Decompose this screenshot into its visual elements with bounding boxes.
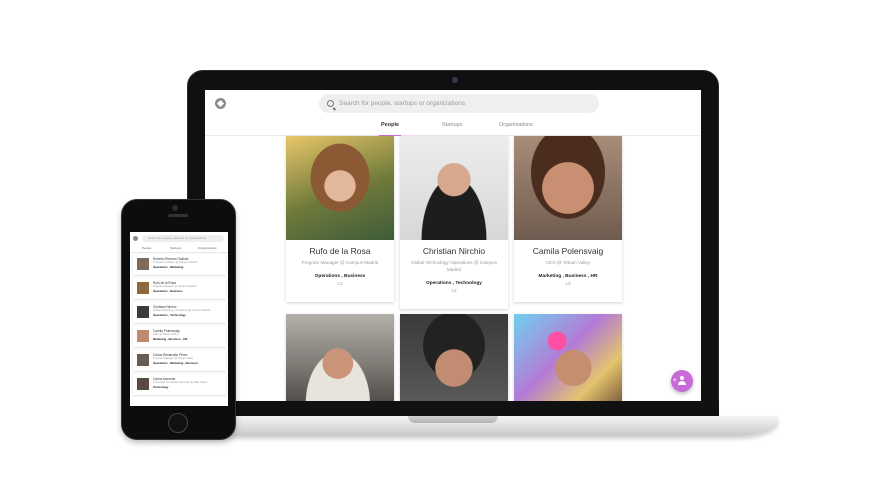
tab-people[interactable]: People xyxy=(378,122,402,136)
list-item-role: Cofounder, Developer Advocate @ Daily Fa… xyxy=(153,381,208,384)
laptop-notch xyxy=(408,416,498,423)
list-item-tags: Operations , Marketing , Business xyxy=(153,361,199,365)
list-item-tags: Operations , Technology xyxy=(153,313,186,317)
app-logo-icon[interactable] xyxy=(215,98,226,109)
avatar xyxy=(137,330,149,342)
list-item[interactable]: Christian Nirchio Global Technology Oper… xyxy=(133,302,226,323)
list-item-role: CEO @ Tetuan Valley xyxy=(153,333,179,336)
person-photo xyxy=(400,136,508,240)
person-name: Camila Polensvaig xyxy=(532,246,604,256)
list-item-tags: Operations , Marketing xyxy=(153,265,184,269)
person-role: Program Manager @ Campus Madrid xyxy=(301,260,379,265)
tab-bar: People Startups Organizations xyxy=(205,118,701,136)
person-card[interactable]: Rufo de la Rosa Program Manager @ Campus… xyxy=(286,136,394,302)
device-mockup-scene: People Startups Organizations Rufo de la… xyxy=(0,0,889,500)
person-photo xyxy=(400,314,508,401)
tab-organizations[interactable]: Organizations xyxy=(499,122,533,128)
person-card[interactable] xyxy=(514,314,622,401)
list-item[interactable]: Carlos Recalcaño Pérez Program Manager @… xyxy=(133,350,226,371)
person-role: CEO @ Tetuan Valley xyxy=(545,260,591,265)
list-item[interactable]: Roberto Romero Galindo Program Facilitat… xyxy=(133,254,226,275)
mobile-tab-people[interactable]: People xyxy=(142,246,151,250)
add-person-button[interactable]: + xyxy=(671,370,693,392)
list-item-role: Global Technology Operations @ Campus Ma… xyxy=(153,309,211,312)
avatar xyxy=(137,378,149,390)
person-photo xyxy=(514,136,622,240)
list-item-tags: Marketing , Business , HR xyxy=(153,337,188,341)
avatar xyxy=(137,258,149,270)
person-level: L3 xyxy=(451,288,457,293)
avatar xyxy=(137,306,149,318)
list-item-role: Program Manager @ Tetuan Valley xyxy=(153,357,194,360)
list-item-role: Program Facilitator @ Campus Madrid xyxy=(153,261,198,264)
person-tags: Operations , Business xyxy=(314,274,366,279)
mobile-tab-bar: People Startups Organizations xyxy=(130,244,228,253)
list-item[interactable]: Rufo de la Rosa Program Manager @ Campus… xyxy=(133,278,226,299)
phone-home-button[interactable] xyxy=(168,413,188,433)
person-card[interactable] xyxy=(400,314,508,401)
laptop-screen: People Startups Organizations Rufo de la… xyxy=(205,90,701,401)
mobile-logo-icon[interactable] xyxy=(133,236,138,241)
mobile-tab-organizations[interactable]: Organizations xyxy=(198,246,217,250)
person-level: L3 xyxy=(565,281,571,286)
person-card[interactable]: Camila Polensvaig CEO @ Tetuan Valley Ma… xyxy=(514,136,622,302)
person-name: Christian Nirchio xyxy=(422,246,486,256)
person-tags: Marketing , Business , HR xyxy=(538,274,598,279)
avatar xyxy=(137,354,149,366)
search-bar[interactable] xyxy=(319,94,599,113)
list-item[interactable]: Camila Polensvaig CEO @ Tetuan Valley Ma… xyxy=(133,326,226,347)
tab-startups[interactable]: Startups xyxy=(442,122,462,128)
search-input[interactable] xyxy=(339,100,579,107)
avatar xyxy=(137,282,149,294)
person-card[interactable] xyxy=(286,314,394,401)
laptop-chin xyxy=(187,401,719,416)
search-icon xyxy=(327,100,334,107)
list-item-tags: Technology xyxy=(153,385,169,389)
person-name: Rufo de la Rosa xyxy=(309,246,371,256)
person-photo xyxy=(286,136,394,240)
list-item[interactable]: Carlos Azevedo Cofounder, Developer Advo… xyxy=(133,374,226,395)
mobile-tab-startups[interactable]: Startups xyxy=(170,246,181,250)
person-tags: Operations , Technology xyxy=(426,281,482,286)
person-level: L3 xyxy=(337,281,343,286)
add-person-icon: + xyxy=(673,376,687,386)
person-photo xyxy=(514,314,622,401)
person-card[interactable]: Christian Nirchio Global Technology Oper… xyxy=(400,136,508,309)
mobile-search-input[interactable]: Search for people, startups or organizat… xyxy=(142,235,224,242)
person-role: Global Technology Operations @ Campus Ma… xyxy=(411,260,497,272)
phone-camera xyxy=(172,205,178,211)
phone-speaker xyxy=(168,214,188,217)
person-photo xyxy=(286,314,394,401)
list-item-tags: Operations , Business xyxy=(153,289,183,293)
phone-screen: Search for people, startups or organizat… xyxy=(130,232,228,406)
list-item-role: Program Manager @ Campus Madrid xyxy=(153,285,197,288)
laptop-camera xyxy=(452,77,458,83)
